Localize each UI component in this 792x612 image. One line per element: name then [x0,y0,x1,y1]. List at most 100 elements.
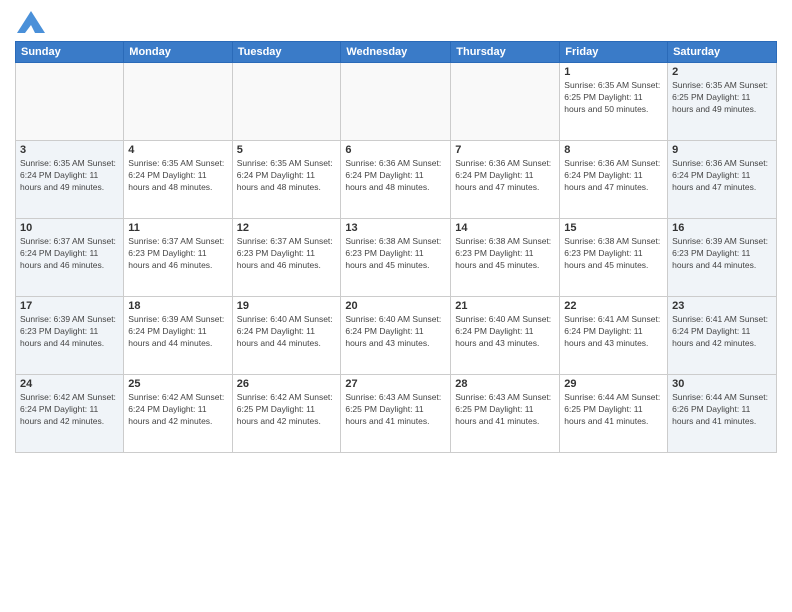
day-number: 1 [564,66,663,78]
calendar-table: SundayMondayTuesdayWednesdayThursdayFrid… [15,41,777,453]
day-number: 8 [564,144,663,156]
day-info: Sunrise: 6:36 AM Sunset: 6:24 PM Dayligh… [455,158,555,194]
calendar-cell: 5 Sunrise: 6:35 AM Sunset: 6:24 PM Daylig… [232,140,341,218]
day-number: 20 [345,300,446,312]
day-info: Sunrise: 6:42 AM Sunset: 6:25 PM Dayligh… [237,392,337,428]
calendar-cell: 16 Sunrise: 6:39 AM Sunset: 6:23 PM Dayli… [668,218,777,296]
day-info: Sunrise: 6:39 AM Sunset: 6:24 PM Dayligh… [128,314,227,350]
calendar-cell [232,62,341,140]
day-info: Sunrise: 6:38 AM Sunset: 6:23 PM Dayligh… [564,236,663,272]
calendar-cell [451,62,560,140]
calendar-cell: 2 Sunrise: 6:35 AM Sunset: 6:25 PM Daylig… [668,62,777,140]
calendar-week-row: 3 Sunrise: 6:35 AM Sunset: 6:24 PM Daylig… [16,140,777,218]
day-number: 22 [564,300,663,312]
day-number: 16 [672,222,772,234]
day-info: Sunrise: 6:35 AM Sunset: 6:24 PM Dayligh… [20,158,119,194]
day-number: 4 [128,144,227,156]
day-number: 9 [672,144,772,156]
calendar-cell: 17 Sunrise: 6:39 AM Sunset: 6:23 PM Dayli… [16,296,124,374]
calendar-cell: 9 Sunrise: 6:36 AM Sunset: 6:24 PM Daylig… [668,140,777,218]
day-info: Sunrise: 6:40 AM Sunset: 6:24 PM Dayligh… [345,314,446,350]
weekday-header: Saturday [668,41,777,62]
day-info: Sunrise: 6:39 AM Sunset: 6:23 PM Dayligh… [672,236,772,272]
calendar-cell: 3 Sunrise: 6:35 AM Sunset: 6:24 PM Daylig… [16,140,124,218]
calendar-cell: 12 Sunrise: 6:37 AM Sunset: 6:23 PM Dayli… [232,218,341,296]
day-number: 17 [20,300,119,312]
day-number: 30 [672,378,772,390]
day-number: 5 [237,144,337,156]
calendar-cell: 15 Sunrise: 6:38 AM Sunset: 6:23 PM Dayli… [560,218,668,296]
day-number: 3 [20,144,119,156]
day-number: 7 [455,144,555,156]
day-number: 24 [20,378,119,390]
day-info: Sunrise: 6:36 AM Sunset: 6:24 PM Dayligh… [564,158,663,194]
calendar-cell: 10 Sunrise: 6:37 AM Sunset: 6:24 PM Dayli… [16,218,124,296]
logo [15,10,45,33]
logo-icon [17,11,45,33]
calendar-cell: 7 Sunrise: 6:36 AM Sunset: 6:24 PM Daylig… [451,140,560,218]
calendar-week-row: 10 Sunrise: 6:37 AM Sunset: 6:24 PM Dayli… [16,218,777,296]
day-number: 27 [345,378,446,390]
calendar-cell: 29Sunrise: 6:44 AM Sunset: 6:25 PM Dayli… [560,374,668,452]
day-info: Sunrise: 6:42 AM Sunset: 6:24 PM Dayligh… [128,392,227,428]
calendar-cell: 14Sunrise: 6:38 AM Sunset: 6:23 PM Dayli… [451,218,560,296]
day-number: 12 [237,222,337,234]
weekday-header-row: SundayMondayTuesdayWednesdayThursdayFrid… [16,41,777,62]
day-number: 18 [128,300,227,312]
calendar-cell [341,62,451,140]
day-number: 6 [345,144,446,156]
day-info: Sunrise: 6:41 AM Sunset: 6:24 PM Dayligh… [564,314,663,350]
calendar-week-row: 24 Sunrise: 6:42 AM Sunset: 6:24 PM Dayli… [16,374,777,452]
day-info: Sunrise: 6:40 AM Sunset: 6:24 PM Dayligh… [455,314,555,350]
day-info: Sunrise: 6:35 AM Sunset: 6:24 PM Dayligh… [237,158,337,194]
day-info: Sunrise: 6:35 AM Sunset: 6:25 PM Dayligh… [564,80,663,116]
calendar-cell: 21 Sunrise: 6:40 AM Sunset: 6:24 PM Dayli… [451,296,560,374]
calendar-cell: 8 Sunrise: 6:36 AM Sunset: 6:24 PM Daylig… [560,140,668,218]
calendar-cell: 11 Sunrise: 6:37 AM Sunset: 6:23 PM Dayli… [124,218,232,296]
day-info: Sunrise: 6:43 AM Sunset: 6:25 PM Dayligh… [345,392,446,428]
calendar-cell: 26Sunrise: 6:42 AM Sunset: 6:25 PM Dayli… [232,374,341,452]
weekday-header: Monday [124,41,232,62]
day-info: Sunrise: 6:40 AM Sunset: 6:24 PM Dayligh… [237,314,337,350]
calendar-cell [124,62,232,140]
day-info: Sunrise: 6:37 AM Sunset: 6:24 PM Dayligh… [20,236,119,272]
calendar-cell: 6 Sunrise: 6:36 AM Sunset: 6:24 PM Daylig… [341,140,451,218]
weekday-header: Sunday [16,41,124,62]
calendar-cell: 13Sunrise: 6:38 AM Sunset: 6:23 PM Dayli… [341,218,451,296]
weekday-header: Friday [560,41,668,62]
day-number: 13 [345,222,446,234]
calendar-cell: 30 Sunrise: 6:44 AM Sunset: 6:26 PM Dayli… [668,374,777,452]
weekday-header: Wednesday [341,41,451,62]
day-info: Sunrise: 6:44 AM Sunset: 6:26 PM Dayligh… [672,392,772,428]
day-number: 15 [564,222,663,234]
day-number: 19 [237,300,337,312]
day-info: Sunrise: 6:39 AM Sunset: 6:23 PM Dayligh… [20,314,119,350]
header [15,10,777,33]
calendar-week-row: 17 Sunrise: 6:39 AM Sunset: 6:23 PM Dayli… [16,296,777,374]
calendar-cell [16,62,124,140]
day-info: Sunrise: 6:42 AM Sunset: 6:24 PM Dayligh… [20,392,119,428]
day-info: Sunrise: 6:36 AM Sunset: 6:24 PM Dayligh… [672,158,772,194]
day-number: 23 [672,300,772,312]
day-info: Sunrise: 6:38 AM Sunset: 6:23 PM Dayligh… [455,236,555,272]
day-number: 10 [20,222,119,234]
day-info: Sunrise: 6:36 AM Sunset: 6:24 PM Dayligh… [345,158,446,194]
calendar-cell: 1 Sunrise: 6:35 AM Sunset: 6:25 PM Daylig… [560,62,668,140]
calendar-cell: 20 Sunrise: 6:40 AM Sunset: 6:24 PM Dayli… [341,296,451,374]
page: SundayMondayTuesdayWednesdayThursdayFrid… [0,0,792,612]
calendar-cell: 22 Sunrise: 6:41 AM Sunset: 6:24 PM Dayli… [560,296,668,374]
day-number: 21 [455,300,555,312]
calendar-cell: 24 Sunrise: 6:42 AM Sunset: 6:24 PM Dayli… [16,374,124,452]
day-info: Sunrise: 6:37 AM Sunset: 6:23 PM Dayligh… [128,236,227,272]
day-number: 28 [455,378,555,390]
day-info: Sunrise: 6:37 AM Sunset: 6:23 PM Dayligh… [237,236,337,272]
day-number: 25 [128,378,227,390]
day-info: Sunrise: 6:43 AM Sunset: 6:25 PM Dayligh… [455,392,555,428]
calendar-cell: 4 Sunrise: 6:35 AM Sunset: 6:24 PM Daylig… [124,140,232,218]
day-number: 11 [128,222,227,234]
day-info: Sunrise: 6:35 AM Sunset: 6:25 PM Dayligh… [672,80,772,116]
day-info: Sunrise: 6:35 AM Sunset: 6:24 PM Dayligh… [128,158,227,194]
day-number: 2 [672,66,772,78]
day-info: Sunrise: 6:41 AM Sunset: 6:24 PM Dayligh… [672,314,772,350]
calendar-cell: 27 Sunrise: 6:43 AM Sunset: 6:25 PM Dayli… [341,374,451,452]
